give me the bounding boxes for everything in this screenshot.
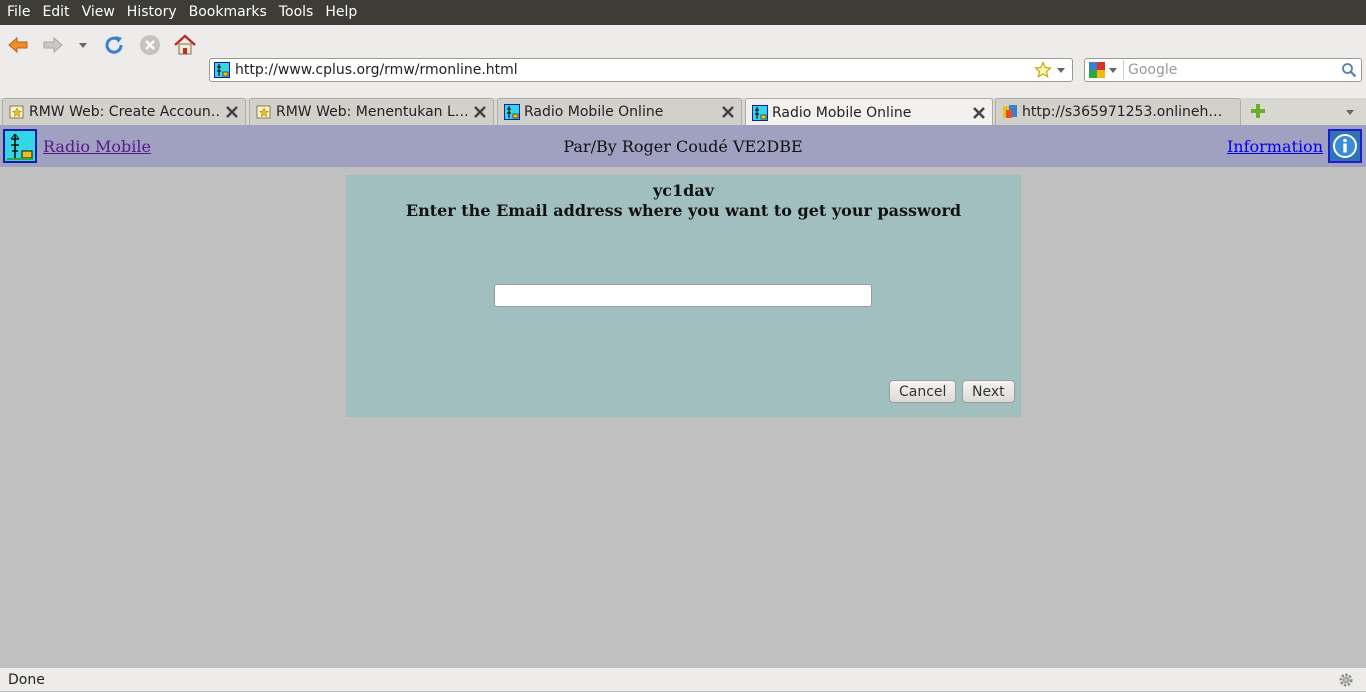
menu-edit[interactable]: Edit xyxy=(36,0,75,25)
back-arrow-icon xyxy=(8,36,28,54)
forward-button[interactable] xyxy=(40,32,66,58)
next-button[interactable]: Next xyxy=(962,380,1015,403)
back-button[interactable] xyxy=(5,32,31,58)
menu-view[interactable]: View xyxy=(76,0,121,25)
tab-radio-mobile-online-active[interactable]: Radio Mobile Online xyxy=(745,98,993,126)
close-tab-icon[interactable] xyxy=(473,105,487,119)
home-icon xyxy=(174,34,196,55)
bookmark-page-icon xyxy=(256,104,272,120)
username-label: yc1dav xyxy=(652,181,715,200)
status-bar: Done xyxy=(0,667,1366,691)
search-bar[interactable]: Google xyxy=(1084,58,1362,82)
url-text: http://www.cplus.org/rmw/rmonline.html xyxy=(235,62,518,78)
google-engine-icon[interactable] xyxy=(1089,62,1105,78)
chevron-down-icon xyxy=(1346,110,1354,115)
cancel-button[interactable]: Cancel xyxy=(889,380,957,403)
plus-icon xyxy=(1251,104,1265,118)
gear-icon[interactable] xyxy=(1338,672,1354,688)
radio-mobile-favicon xyxy=(214,62,230,78)
close-tab-icon[interactable] xyxy=(972,106,986,120)
radio-mobile-favicon xyxy=(752,104,768,121)
search-engine-dropdown-icon[interactable] xyxy=(1107,64,1119,76)
navigation-toolbar: http://www.cplus.org/rmw/rmonline.html G… xyxy=(0,25,1366,98)
author-credit: Par/By Roger Coudé VE2DBE xyxy=(563,137,803,156)
email-prompt: Enter the Email address where you want t… xyxy=(405,201,962,220)
close-tab-icon[interactable] xyxy=(721,105,735,119)
stop-icon xyxy=(140,35,160,55)
tab-strip: RMW Web: Create Accoun… RMW Web: Menentu… xyxy=(0,98,1366,126)
tab-list-button[interactable] xyxy=(1344,106,1356,118)
close-tab-icon[interactable] xyxy=(225,105,239,119)
menu-bookmarks[interactable]: Bookmarks xyxy=(183,0,273,25)
generic-page-icon xyxy=(1002,104,1018,120)
menu-file[interactable]: File xyxy=(0,0,36,25)
information-link[interactable]: Information xyxy=(1227,137,1323,156)
tab-rmw-create-account[interactable]: RMW Web: Create Accoun… xyxy=(2,98,246,125)
reload-icon xyxy=(105,36,123,54)
menu-help[interactable]: Help xyxy=(319,0,363,25)
page-header: Radio Mobile Par/By Roger Coudé VE2DBE I… xyxy=(0,125,1366,167)
new-tab-button[interactable] xyxy=(1249,102,1267,120)
history-dropdown-button[interactable] xyxy=(72,32,94,58)
reload-button[interactable] xyxy=(101,32,127,58)
stop-button[interactable] xyxy=(137,32,163,58)
tab-radio-mobile-online-1[interactable]: Radio Mobile Online xyxy=(497,98,742,125)
url-dropdown-icon[interactable] xyxy=(1054,63,1068,77)
search-input[interactable]: Google xyxy=(1124,62,1341,78)
tab-onlinehome-url[interactable]: http://s365971253.onlineh… xyxy=(995,98,1241,125)
radio-mobile-favicon xyxy=(504,104,520,120)
info-icon[interactable] xyxy=(1328,129,1362,163)
bookmark-star-icon[interactable] xyxy=(1034,61,1052,79)
search-icon[interactable] xyxy=(1341,62,1357,78)
url-bar[interactable]: http://www.cplus.org/rmw/rmonline.html xyxy=(209,58,1073,82)
bookmark-page-icon xyxy=(9,104,25,120)
chevron-down-icon xyxy=(79,43,87,48)
home-button[interactable] xyxy=(172,32,198,58)
menu-tools[interactable]: Tools xyxy=(273,0,320,25)
password-recovery-panel: yc1dav Enter the Email address where you… xyxy=(346,175,1021,417)
forward-arrow-icon xyxy=(43,36,63,54)
status-text: Done xyxy=(8,671,45,688)
menu-bar: File Edit View History Bookmarks Tools H… xyxy=(0,0,1366,25)
menu-history[interactable]: History xyxy=(121,0,183,25)
tab-rmw-menentukan[interactable]: RMW Web: Menentukan L… xyxy=(249,98,494,125)
email-field[interactable] xyxy=(494,284,872,307)
